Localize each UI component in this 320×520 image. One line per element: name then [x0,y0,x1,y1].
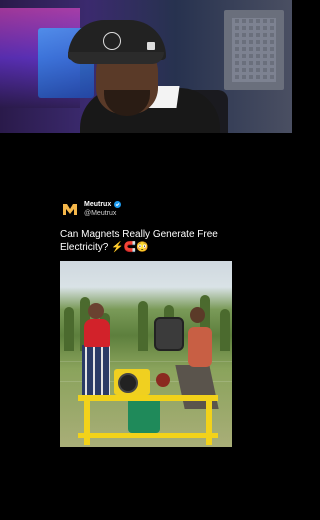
person-right [188,327,212,367]
person-left-head [88,303,104,319]
author-display-name[interactable]: Meutrux [84,200,111,209]
frame-bar [78,433,218,438]
cap-brim [68,52,164,64]
author-handle[interactable]: @Meutrux [84,209,121,218]
person-right-legs [175,365,219,409]
tree [220,309,230,351]
person-right-head [190,307,205,323]
pulley [156,373,170,387]
author-name-row: Meutrux [84,200,122,209]
tweet-text: Can Magnets Really Generate Free Electri… [60,229,218,253]
cap-side-logo [147,42,155,50]
tire [154,317,184,351]
tree [138,301,148,351]
frame-leg [206,399,212,445]
person-left-legs [82,345,110,395]
verified-badge-icon [114,201,122,208]
tweet-header: Meutrux @Meutrux [62,198,122,220]
frame-bar [78,395,218,401]
author-block: Meutrux @Meutrux [84,200,122,218]
meutrux-logo-icon[interactable] [62,201,78,217]
generator-motor [128,397,160,433]
engine-flywheel [118,373,138,393]
webcam-overlay [0,0,292,133]
background-shelf [224,10,284,90]
tree [64,307,74,351]
cap-logo [103,32,121,50]
tweet-video[interactable] [60,261,232,447]
person-left [84,319,110,347]
frame-leg [84,399,90,445]
